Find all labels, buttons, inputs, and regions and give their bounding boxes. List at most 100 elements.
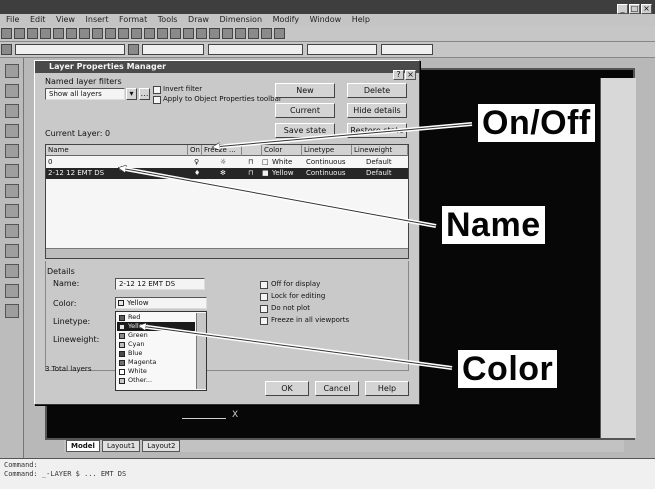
col-freeze-header[interactable]: Freeze ... [202, 145, 242, 156]
vertical-scrollbar[interactable] [600, 78, 636, 438]
lineweight-combo[interactable] [307, 44, 377, 55]
save-state-button[interactable]: Save state [275, 123, 335, 138]
padlock-icon[interactable]: ⊓ [246, 157, 253, 168]
layer-name-field[interactable]: 2-12 12 EMT DS [115, 278, 205, 290]
design-center-icon[interactable] [209, 28, 220, 39]
help-button[interactable]: Help [365, 381, 409, 396]
save-icon[interactable] [27, 28, 38, 39]
color-option[interactable]: Blue [117, 349, 195, 358]
current-layer-button[interactable]: Current [275, 103, 335, 118]
color-select[interactable]: Yellow [115, 297, 207, 309]
lock-for-editing-checkbox[interactable] [260, 293, 268, 301]
undo-icon[interactable] [131, 28, 142, 39]
color-option[interactable]: White [117, 367, 195, 376]
match-properties-icon[interactable] [118, 28, 129, 39]
menu-window[interactable]: Window [310, 15, 342, 24]
color-list-scrollbar[interactable] [196, 313, 206, 389]
layer-table-hscrollbar[interactable] [46, 248, 408, 258]
new-file-icon[interactable] [1, 28, 12, 39]
filter-dropdown-button[interactable]: ▾ [126, 88, 137, 100]
dialog-close-button[interactable]: × [405, 70, 416, 80]
menu-edit[interactable]: Edit [30, 15, 46, 24]
redo-icon[interactable] [144, 28, 155, 39]
hyperlink-icon[interactable] [157, 28, 168, 39]
tab-layout2[interactable]: Layout2 [142, 440, 181, 452]
color-option[interactable]: Other... [117, 376, 195, 385]
ellipse-tool-icon[interactable] [4, 204, 19, 218]
layer-filter-select[interactable]: Show all layers [45, 88, 125, 100]
color-option[interactable]: Magenta [117, 358, 195, 367]
color-option[interactable]: Cyan [117, 340, 195, 349]
off-for-display-checkbox[interactable] [260, 281, 268, 289]
hatch-tool-icon[interactable] [4, 264, 19, 278]
invert-filter-checkbox[interactable] [153, 86, 161, 94]
point-tool-icon[interactable] [4, 244, 19, 258]
do-not-plot-checkbox[interactable] [260, 305, 268, 313]
line-tool-icon[interactable] [4, 64, 19, 78]
ok-button[interactable]: OK [265, 381, 309, 396]
snap-icon[interactable] [170, 28, 181, 39]
hide-details-button[interactable]: Hide details [347, 103, 407, 118]
col-on-header[interactable]: On [188, 145, 202, 156]
layers-icon[interactable] [1, 44, 12, 55]
plotstyle-combo[interactable] [381, 44, 433, 55]
copy-icon[interactable] [92, 28, 103, 39]
polygon-tool-icon[interactable] [4, 104, 19, 118]
layer-row[interactable]: 0 ♀ ☼ ⊓ □ White Continuous Default [46, 157, 408, 168]
region-tool-icon[interactable] [4, 284, 19, 298]
spell-icon[interactable] [66, 28, 77, 39]
text-tool-icon[interactable] [4, 304, 19, 318]
paste-icon[interactable] [105, 28, 116, 39]
command-line[interactable]: Command: Command: _-LAYER $ ... EMT DS [0, 458, 655, 489]
menu-view[interactable]: View [56, 15, 75, 24]
freeze-all-viewports-checkbox[interactable] [260, 317, 268, 325]
tab-layout1[interactable]: Layout1 [101, 440, 141, 452]
restore-state-button[interactable]: Restore state [347, 123, 407, 138]
circle-tool-icon[interactable] [4, 164, 19, 178]
color-swatch-icon[interactable]: □ [260, 157, 269, 168]
menu-tools[interactable]: Tools [158, 15, 178, 24]
zoom-previous-icon[interactable] [261, 28, 272, 39]
dialog-help-button[interactable]: ? [393, 70, 404, 80]
polyline-tool-icon[interactable] [4, 84, 19, 98]
col-lineweight-header[interactable]: Lineweight [352, 145, 408, 156]
delete-layer-button[interactable]: Delete [347, 83, 407, 98]
block-tool-icon[interactable] [4, 224, 19, 238]
make-current-icon[interactable] [128, 44, 139, 55]
color-option[interactable]: Green [117, 331, 195, 340]
col-lock-header[interactable] [242, 145, 262, 156]
close-button[interactable]: × [641, 4, 652, 14]
arc-tool-icon[interactable] [4, 144, 19, 158]
menu-format[interactable]: Format [119, 15, 147, 24]
open-icon[interactable] [14, 28, 25, 39]
color-dropdown-list[interactable]: Red Yellow Green Cyan Blue Magenta White… [115, 311, 207, 391]
apply-toolbar-checkbox[interactable] [153, 96, 161, 104]
lightbulb-on-icon[interactable]: ♀ [192, 157, 199, 168]
menu-dimension[interactable]: Dimension [219, 15, 262, 24]
rectangle-tool-icon[interactable] [4, 124, 19, 138]
tab-model[interactable]: Model [66, 440, 100, 452]
print-icon[interactable] [40, 28, 51, 39]
menu-file[interactable]: File [6, 15, 19, 24]
color-option[interactable]: Red [117, 313, 195, 322]
snowflake-icon[interactable]: ✻ [218, 168, 226, 179]
lightbulb-on-icon[interactable]: ♦ [192, 168, 200, 179]
zoom-realtime-icon[interactable] [235, 28, 246, 39]
cancel-button[interactable]: Cancel [315, 381, 359, 396]
spline-tool-icon[interactable] [4, 184, 19, 198]
col-linetype-header[interactable]: Linetype [302, 145, 352, 156]
linetype-combo[interactable] [208, 44, 303, 55]
color-swatch-icon[interactable]: ■ [260, 168, 269, 179]
properties-icon[interactable] [196, 28, 207, 39]
menu-help[interactable]: Help [352, 15, 370, 24]
help-icon[interactable] [274, 28, 285, 39]
zoom-window-icon[interactable] [248, 28, 259, 39]
col-color-header[interactable]: Color [262, 145, 302, 156]
color-option-selected[interactable]: Yellow [117, 322, 195, 331]
preview-icon[interactable] [53, 28, 64, 39]
layer-combo[interactable] [15, 44, 125, 55]
col-name-header[interactable]: Name [46, 145, 188, 156]
padlock-icon[interactable]: ⊓ [246, 168, 253, 179]
menu-draw[interactable]: Draw [188, 15, 209, 24]
maximize-button[interactable]: □ [629, 4, 640, 14]
